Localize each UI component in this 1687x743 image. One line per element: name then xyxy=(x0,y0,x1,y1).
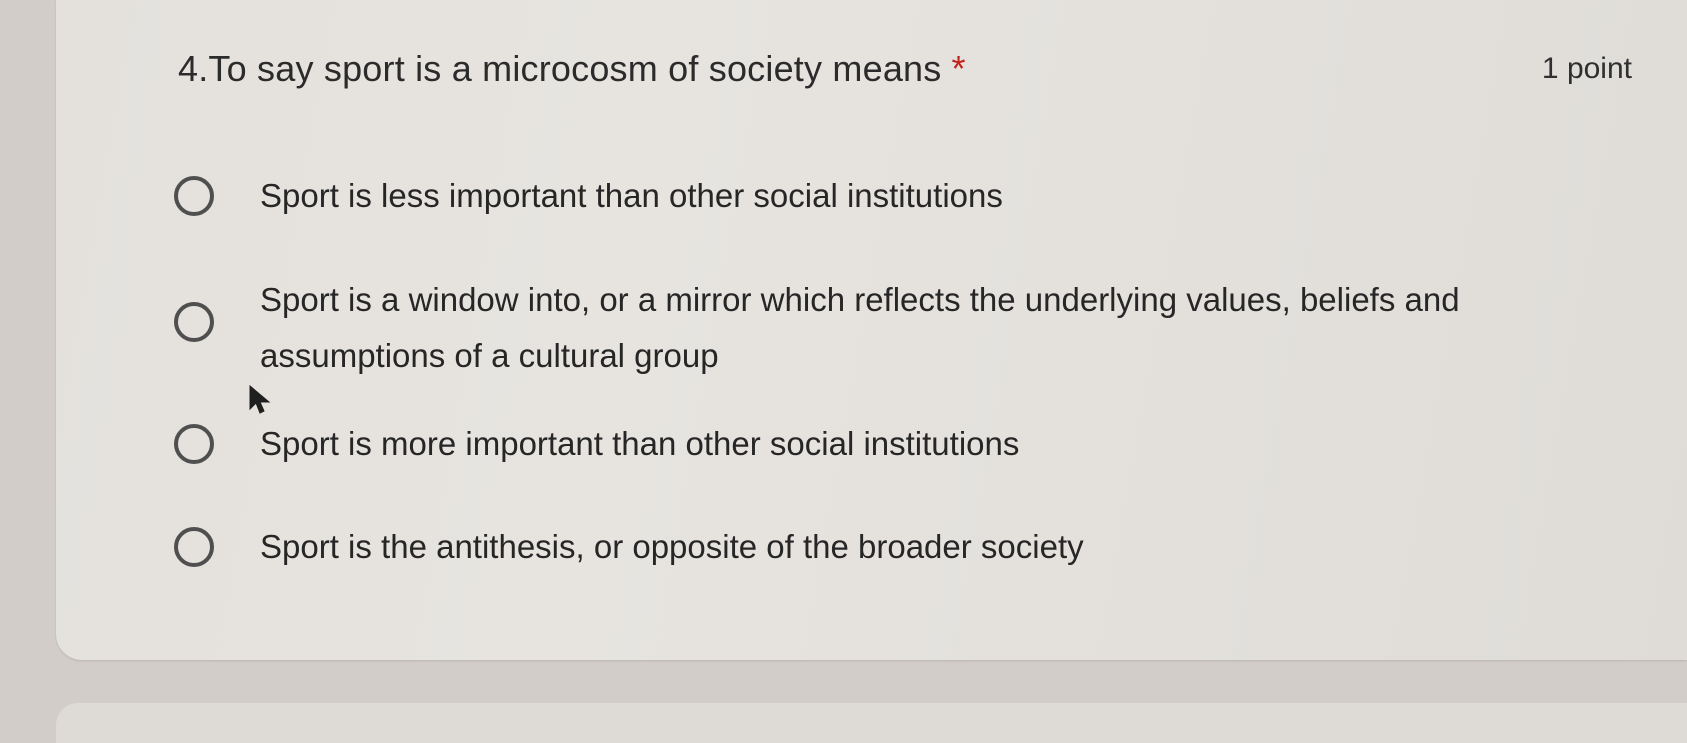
radio-button[interactable] xyxy=(174,424,214,464)
option-label[interactable]: Sport is more important than other socia… xyxy=(260,416,1019,472)
option-3[interactable]: Sport is more important than other socia… xyxy=(174,416,1019,472)
option-label[interactable]: Sport is a window into, or a mirror whic… xyxy=(260,272,1650,384)
question-title: 4.To say sport is a microcosm of society… xyxy=(178,48,966,90)
radio-button[interactable] xyxy=(174,527,214,567)
question-card: 4.To say sport is a microcosm of society… xyxy=(56,0,1687,660)
option-1[interactable]: Sport is less important than other socia… xyxy=(174,168,1003,224)
mouse-pointer-icon xyxy=(249,385,271,414)
required-asterisk: * xyxy=(951,48,966,89)
radio-button[interactable] xyxy=(174,302,214,342)
option-label[interactable]: Sport is less important than other socia… xyxy=(260,168,1003,224)
option-label[interactable]: Sport is the antithesis, or opposite of … xyxy=(260,519,1084,575)
option-4[interactable]: Sport is the antithesis, or opposite of … xyxy=(174,519,1084,575)
points-label: 1 point xyxy=(1541,52,1632,85)
next-question-card xyxy=(56,703,1687,743)
question-text: 4.To say sport is a microcosm of society… xyxy=(178,48,942,89)
option-2[interactable]: Sport is a window into, or a mirror whic… xyxy=(174,272,1650,384)
radio-button[interactable] xyxy=(174,176,214,216)
